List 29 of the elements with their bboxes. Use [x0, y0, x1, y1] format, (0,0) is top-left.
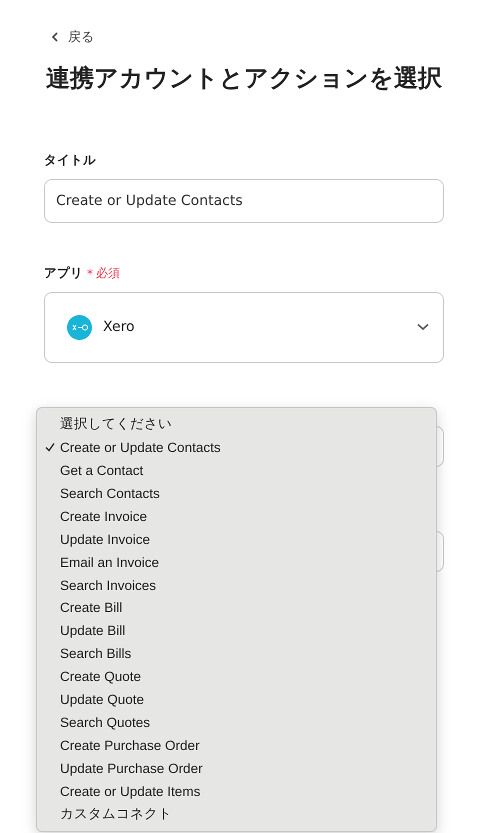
app-logo-icon [67, 314, 92, 340]
page-title: 連携アカウントとアクションを選択 [45, 63, 443, 94]
app-select[interactable]: Xero [44, 292, 444, 363]
menu-item[interactable]: Create Quote [37, 665, 436, 688]
menu-item[interactable]: Email an Invoice [37, 550, 436, 574]
chevron-left-icon [50, 32, 60, 42]
menu-item[interactable]: Create Bill [37, 596, 436, 620]
menu-item[interactable]: Search Contacts [37, 482, 436, 505]
menu-item[interactable]: Update Invoice [37, 528, 436, 551]
menu-item[interactable]: カスタムコネクト [37, 802, 436, 826]
menu-item[interactable]: Create Invoice [37, 504, 436, 528]
menu-item[interactable]: Update Bill [37, 619, 436, 642]
menu-item[interactable]: Search Invoices [37, 574, 436, 596]
required-text: 必須 [96, 265, 120, 282]
menu-item[interactable]: Create or Update Items [37, 780, 436, 803]
menu-item[interactable]: 選択してください [37, 413, 436, 436]
menu-item[interactable]: Update Quote [37, 688, 436, 712]
menu-item[interactable]: Search Bills [37, 642, 436, 666]
chevron-down-icon [417, 323, 429, 332]
required-mark: * [87, 266, 93, 281]
field-label: アプリ [44, 265, 83, 282]
field-label: タイトル [44, 152, 96, 170]
menu-item[interactable]: Update Purchase Order [37, 757, 436, 780]
menu-item[interactable]: Search Quotes [37, 711, 436, 734]
menu-item[interactable]: Create Purchase Order [37, 734, 436, 758]
menu-item[interactable]: Create or Update Contacts [37, 436, 436, 459]
back-link[interactable]: 戻る [50, 26, 444, 48]
title-input[interactable]: Create or Update Contacts [44, 178, 444, 223]
menu-item[interactable]: Get a Contact [37, 458, 436, 482]
